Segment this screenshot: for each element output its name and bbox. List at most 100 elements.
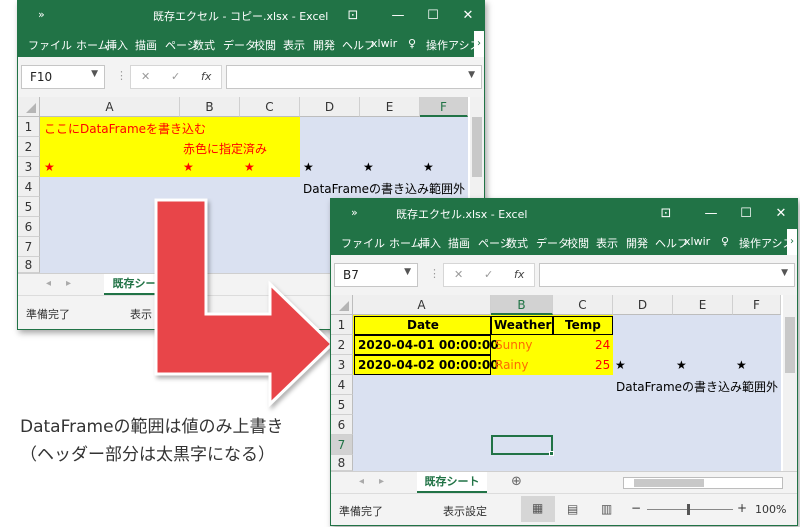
tab-review[interactable]: 校閲 [254,37,276,53]
vertical-scrollbar[interactable] [783,295,797,471]
row-header-1[interactable]: 1 [331,315,353,335]
tab-formulas[interactable]: 数式 [506,235,528,251]
tab-file[interactable]: ファイル [28,37,72,53]
name-box[interactable]: B7 ▼ [334,263,418,287]
row-header-3[interactable]: 3 [18,157,40,177]
tab-data[interactable]: データ [536,235,569,251]
cell-e3[interactable]: ★ [676,358,687,372]
maximize-icon[interactable]: ☐ [731,203,761,225]
tab-home[interactable]: ホーム [389,235,422,251]
tab-insert[interactable]: 挿入 [106,37,128,53]
row-header-1[interactable]: 1 [18,117,40,137]
tab-xlwings[interactable]: xlwir [371,37,397,50]
tab-home[interactable]: ホーム [76,37,109,53]
tab-tell-me[interactable]: 操作アシス [739,235,794,251]
cell-a3[interactable]: ★ [44,160,55,174]
function-icon[interactable]: fx [201,70,211,83]
cell-b2[interactable]: 赤色に指定済み [183,140,267,157]
cell-a3[interactable]: 2020-04-02 00:00:00 [358,358,499,372]
select-all-corner[interactable] [18,97,40,117]
lightbulb-icon[interactable]: ♀ [408,37,416,50]
cancel-icon[interactable]: ✕ [141,70,150,83]
horizontal-scrollbar[interactable] [623,477,783,489]
zoom-slider-thumb[interactable] [687,504,690,515]
column-header-d[interactable]: D [613,295,673,315]
cell-b3[interactable]: ★ [183,160,194,174]
normal-view-button[interactable]: ▦ [521,496,555,522]
ribbon-more-icon[interactable]: › [474,31,484,57]
chevron-down-icon[interactable]: ▼ [404,267,411,277]
cell-c2[interactable]: 24 [595,338,610,352]
column-header-f[interactable]: F [420,97,468,117]
row-header-6[interactable]: 6 [331,415,353,435]
row-header-4[interactable]: 4 [18,177,40,197]
quick-access-icon[interactable]: » [38,8,45,21]
close-icon[interactable]: ✕ [766,203,796,225]
zoom-out-icon[interactable]: − [631,501,641,515]
display-settings-button[interactable]: 表示 [130,306,152,322]
cell-c3[interactable]: 25 [595,358,610,372]
column-header-e[interactable]: E [673,295,733,315]
close-icon[interactable]: ✕ [453,5,483,27]
tab-developer[interactable]: 開発 [313,37,335,53]
column-header-a[interactable]: A [40,97,180,117]
cell-b1[interactable]: Weather [494,318,551,332]
row-header-2[interactable]: 2 [18,137,40,157]
chevron-down-icon[interactable]: ▼ [468,70,475,80]
page-break-icon[interactable]: ▥ [601,502,612,516]
cell-f3[interactable]: ★ [423,160,434,174]
tab-file[interactable]: ファイル [341,235,385,251]
maximize-icon[interactable]: ☐ [418,5,448,27]
cancel-icon[interactable]: ✕ [454,268,463,281]
next-sheet-icon[interactable]: ▸ [379,476,384,487]
enter-icon[interactable]: ✓ [171,70,180,83]
cell-b2[interactable]: Sunny [495,338,533,352]
row-header-6[interactable]: 6 [18,217,40,237]
ribbon-display-icon[interactable]: ⊡ [338,5,368,27]
zoom-slider[interactable] [647,504,733,515]
ribbon-more-icon[interactable]: › [787,229,797,255]
tab-formulas[interactable]: 数式 [193,37,215,53]
cell-a1[interactable]: ここにDataFrameを書き込む [44,120,206,137]
minimize-icon[interactable]: — [383,5,413,27]
tab-review[interactable]: 校閲 [567,235,589,251]
cell-d4[interactable]: DataFrameの書き込み範囲外 [303,180,465,197]
tab-view[interactable]: 表示 [596,235,618,251]
cell-e3[interactable]: ★ [363,160,374,174]
display-settings-button[interactable]: 表示設定 [443,503,487,519]
tab-xlwings[interactable]: xlwir [684,235,710,248]
column-header-f[interactable]: F [733,295,781,315]
cell-a2[interactable]: 2020-04-01 00:00:00 [358,338,499,352]
chevron-down-icon[interactable]: ▼ [91,69,98,79]
name-box[interactable]: F10 ▼ [21,65,105,89]
lightbulb-icon[interactable]: ♀ [721,235,729,248]
prev-sheet-icon[interactable]: ◂ [46,278,51,289]
zoom-in-icon[interactable]: + [737,501,747,515]
tab-draw[interactable]: 描画 [135,37,157,53]
column-header-c[interactable]: C [553,295,613,315]
row-header-7[interactable]: 7 [331,435,353,455]
scroll-thumb[interactable] [785,317,795,373]
next-sheet-icon[interactable]: ▸ [66,278,71,289]
scroll-thumb[interactable] [472,117,482,177]
tab-developer[interactable]: 開発 [626,235,648,251]
column-header-a[interactable]: A [353,295,491,315]
zoom-level[interactable]: 100% [755,503,786,516]
minimize-icon[interactable]: — [696,203,726,225]
column-header-b[interactable]: B [491,295,553,315]
cell-c3[interactable]: ★ [244,160,255,174]
tab-data[interactable]: データ [223,37,256,53]
row-header-3[interactable]: 3 [331,355,353,375]
cell-f3[interactable]: ★ [736,358,747,372]
function-icon[interactable]: fx [514,268,524,281]
fill-handle[interactable] [549,451,554,456]
prev-sheet-icon[interactable]: ◂ [359,476,364,487]
cell-d4[interactable]: DataFrameの書き込み範囲外 [616,378,778,395]
chevron-down-icon[interactable]: ▼ [781,268,788,278]
page-layout-icon[interactable]: ▤ [567,502,578,516]
tab-draw[interactable]: 描画 [448,235,470,251]
column-header-d[interactable]: D [300,97,360,117]
row-header-2[interactable]: 2 [331,335,353,355]
add-sheet-icon[interactable]: ⊕ [511,474,522,489]
ribbon-display-icon[interactable]: ⊡ [651,203,681,225]
